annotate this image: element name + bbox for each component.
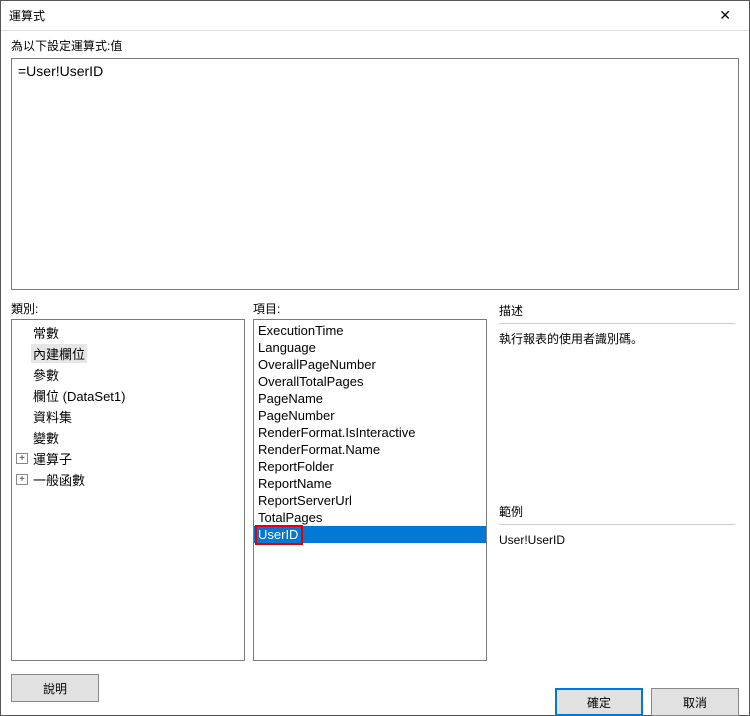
category-item-label: 一般函數 [31, 470, 87, 489]
description-heading: 描述 [499, 302, 735, 319]
category-item-label: 資料集 [31, 407, 74, 426]
category-column: 類別: 常數內建欄位參數欄位 (DataSet1)資料集變數+運算子+一般函數 [11, 300, 245, 661]
category-item-label: 參數 [31, 365, 61, 384]
footer: 說明 確定 取消 [1, 661, 749, 715]
category-listbox[interactable]: 常數內建欄位參數欄位 (DataSet1)資料集變數+運算子+一般函數 [11, 319, 245, 661]
category-label: 類別: [11, 300, 245, 317]
expression-input[interactable] [11, 58, 739, 290]
category-item[interactable]: 常數 [12, 322, 244, 343]
list-item[interactable]: RenderFormat.Name [254, 441, 486, 458]
category-item[interactable]: +一般函數 [12, 469, 244, 490]
category-item-label: 內建欄位 [31, 344, 87, 363]
divider [499, 323, 735, 324]
example-text: User!UserID [499, 531, 735, 549]
description-area: 描述 執行報表的使用者識別碼。 [495, 300, 739, 501]
list-item[interactable]: UserID [254, 526, 486, 543]
description-text: 執行報表的使用者識別碼。 [499, 330, 735, 348]
category-item[interactable]: 變數 [12, 427, 244, 448]
category-item[interactable]: +運算子 [12, 448, 244, 469]
dialog-title: 運算式 [9, 7, 45, 24]
category-item[interactable]: 參數 [12, 364, 244, 385]
items-column: 項目: ExecutionTimeLanguageOverallPageNumb… [253, 300, 487, 661]
category-item-label: 變數 [31, 428, 61, 447]
list-item[interactable]: ReportFolder [254, 458, 486, 475]
expand-icon[interactable]: + [16, 474, 28, 485]
category-item[interactable]: 資料集 [12, 406, 244, 427]
category-item-label: 常數 [31, 323, 61, 342]
category-item[interactable]: 內建欄位 [12, 343, 244, 364]
content-area: 為以下設定運算式:值 類別: 常數內建欄位參數欄位 (DataSet1) 資料集變… [1, 31, 749, 661]
list-item[interactable]: PageName [254, 390, 486, 407]
list-item[interactable]: Language [254, 339, 486, 356]
list-item[interactable]: RenderFormat.IsInteractive [254, 424, 486, 441]
lower-panels: 類別: 常數內建欄位參數欄位 (DataSet1)資料集變數+運算子+一般函數 … [11, 300, 739, 661]
category-item[interactable]: 欄位 (DataSet1) [12, 385, 244, 406]
list-item[interactable]: ReportName [254, 475, 486, 492]
list-item[interactable]: PageNumber [254, 407, 486, 424]
highlight-annotation [255, 525, 303, 545]
expression-dialog: 運算式 ✕ 為以下設定運算式:值 類別: 常數內建欄位參數欄位 (DataSet… [0, 0, 750, 716]
ok-button[interactable]: 確定 [555, 688, 643, 716]
help-button[interactable]: 說明 [11, 674, 99, 702]
expand-icon[interactable]: + [16, 453, 28, 464]
category-item-label: 運算子 [31, 449, 74, 468]
divider [499, 524, 735, 525]
description-column: 描述 執行報表的使用者識別碼。 範例 User!UserID [495, 300, 739, 661]
titlebar: 運算式 ✕ [1, 1, 749, 31]
list-item[interactable]: OverallTotalPages [254, 373, 486, 390]
list-item[interactable]: TotalPages [254, 509, 486, 526]
close-icon[interactable]: ✕ [709, 3, 741, 28]
items-label: 項目: [253, 300, 487, 317]
category-item-label: 欄位 (DataSet1) [31, 386, 127, 405]
prompt-label: 為以下設定運算式:值 [11, 37, 739, 54]
list-item[interactable]: ReportServerUrl [254, 492, 486, 509]
list-item[interactable]: ExecutionTime [254, 322, 486, 339]
example-heading: 範例 [499, 503, 735, 520]
cancel-button[interactable]: 取消 [651, 688, 739, 716]
items-listbox[interactable]: ExecutionTimeLanguageOverallPageNumberOv… [253, 319, 487, 661]
list-item[interactable]: OverallPageNumber [254, 356, 486, 373]
example-area: 範例 User!UserID [495, 501, 739, 661]
